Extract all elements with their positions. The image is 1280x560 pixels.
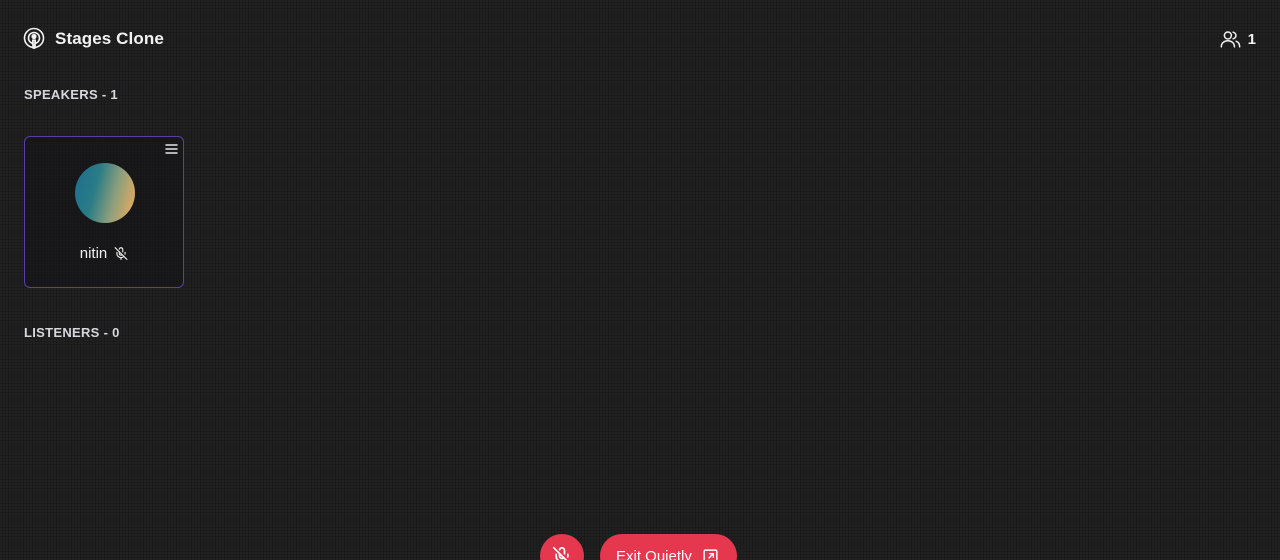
app-title: Stages Clone (55, 29, 164, 48)
mic-off-icon (552, 546, 572, 560)
mic-toggle-button[interactable] (540, 534, 584, 560)
exit-quietly-label: Exit Quietly (616, 547, 692, 560)
speaker-name: nitin (79, 245, 108, 262)
stage-page: Stages Clone 1 SPEAKERS - 1 nitin LISTEN… (0, 0, 1280, 560)
users-icon (1220, 29, 1241, 49)
listeners-heading: LISTENERS - 0 (24, 325, 120, 340)
participants-count: 1 (1247, 30, 1256, 48)
speaker-name-row: nitin (25, 245, 183, 262)
podcast-icon (22, 27, 46, 51)
brand[interactable]: Stages Clone (22, 27, 164, 51)
exit-icon (702, 548, 719, 560)
menu-icon[interactable] (164, 142, 178, 156)
stage-controls: Exit Quietly (540, 534, 737, 560)
mic-off-icon (114, 246, 128, 261)
app-header: Stages Clone 1 (22, 22, 1258, 56)
avatar (75, 163, 135, 223)
exit-quietly-button[interactable]: Exit Quietly (600, 534, 737, 560)
speaker-card[interactable]: nitin (24, 136, 184, 288)
speakers-heading: SPEAKERS - 1 (24, 87, 118, 102)
participants-counter[interactable]: 1 (1220, 29, 1256, 49)
